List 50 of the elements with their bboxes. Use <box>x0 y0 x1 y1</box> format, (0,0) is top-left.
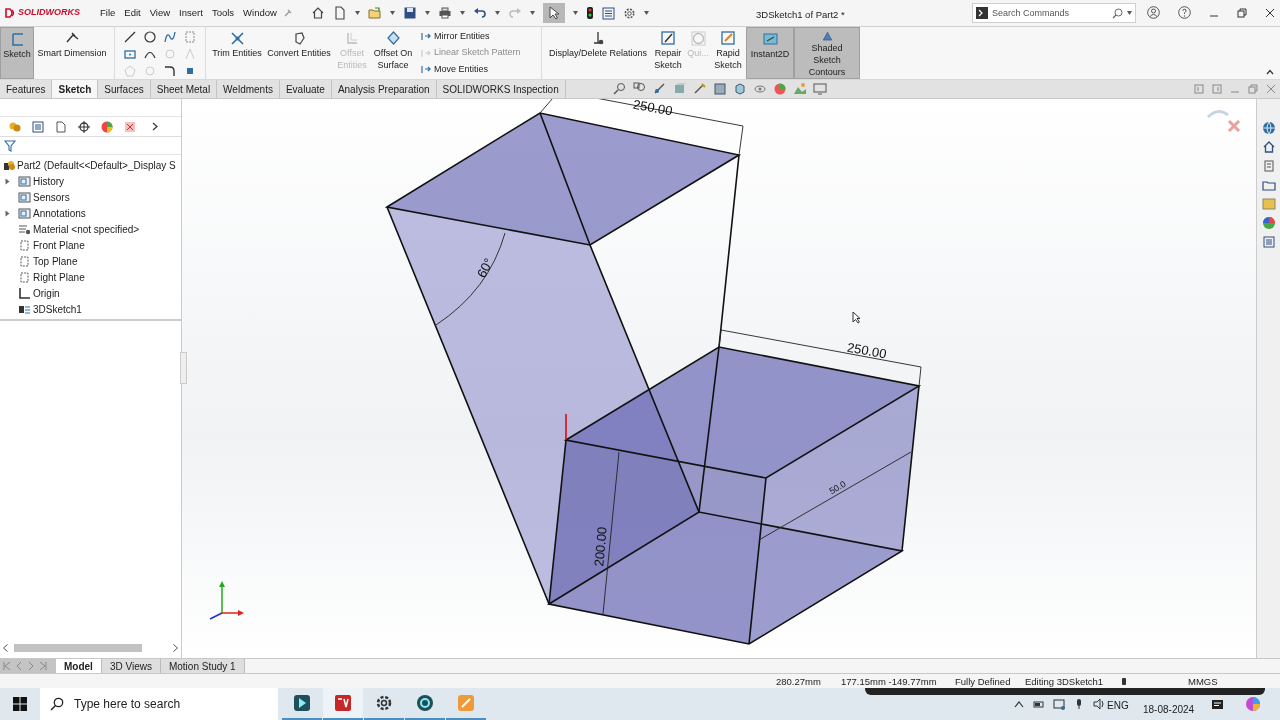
brand-logo-text: SOLIDWORKS <box>18 6 80 20</box>
tree-item[interactable]: 3DSketch1 <box>0 301 181 317</box>
ribbon-button[interactable]: Instant2D <box>746 27 794 79</box>
ribbon-list-button[interactable]: Move Entities <box>420 62 537 76</box>
menu-item[interactable]: Window <box>243 5 277 21</box>
bottom-tab[interactable]: Motion Study 1 <box>160 659 245 673</box>
units-selector[interactable]: MMGS <box>1188 675 1218 690</box>
bottom-tab[interactable]: 3D Views <box>101 659 161 673</box>
menu-item[interactable]: Edit <box>124 5 141 21</box>
tree-item[interactable]: Right Plane <box>0 269 181 285</box>
status-text: 177.15mm -149.77mm <box>841 675 937 689</box>
tree-item[interactable]: Material <not specified> <box>0 221 181 237</box>
taskbar-date[interactable]: 18-08-2024 <box>1143 702 1195 717</box>
dimension-label[interactable]: 200.00 <box>591 526 610 568</box>
status-text: 280.27mm <box>776 675 821 689</box>
ribbon-tab[interactable]: Sketch <box>52 80 99 98</box>
tree-item[interactable]: Annotations <box>0 205 181 221</box>
taskbar-search-box[interactable]: Type here to search <box>40 688 278 720</box>
ribbon-button[interactable]: Shaded Sketch Contours <box>794 27 860 79</box>
ribbon-button[interactable]: Rapid Sketch <box>710 27 746 79</box>
ribbon-button[interactable]: Smart Dimension <box>34 27 110 79</box>
dimension-label[interactable]: 60° <box>473 255 497 281</box>
ribbon-button[interactable]: Repair Sketch <box>650 27 686 79</box>
status-text: Fully Defined <box>955 675 1011 689</box>
ribbon-button[interactable]: Trim Entities <box>210 27 264 79</box>
bottom-tab[interactable]: Model <box>56 659 102 673</box>
menu-item[interactable]: Insert <box>179 5 203 21</box>
tree-item[interactable]: Front Plane <box>0 237 181 253</box>
menu-item[interactable]: File <box>100 5 116 21</box>
menu-item[interactable]: Tools <box>211 5 235 21</box>
window-title: 3DSketch1 of Part2 * <box>756 8 845 22</box>
ribbon-button[interactable]: Convert Entities <box>264 27 334 79</box>
tree-item[interactable]: Origin <box>0 285 181 301</box>
ribbon-button[interactable]: Display/Delete Relations <box>546 27 650 79</box>
tree-item[interactable]: Top Plane <box>0 253 181 269</box>
language-indicator[interactable]: ENG <box>1107 698 1129 713</box>
ribbon-button[interactable]: Offset On Surface <box>370 27 416 79</box>
ribbon-list-button[interactable]: Mirror Entities <box>420 30 537 44</box>
taskbar-search-field[interactable]: Type here to search <box>74 688 268 720</box>
tree-item[interactable]: Sensors <box>0 189 181 205</box>
dimension-label[interactable]: 250.00 <box>845 339 888 362</box>
menu-item[interactable]: View <box>149 5 171 21</box>
ribbon-button[interactable]: Sketch <box>0 27 34 79</box>
dimension-label[interactable]: 50.0 <box>827 478 848 497</box>
tree-item[interactable]: Part2 (Default<<Default>_Display S <box>0 157 181 173</box>
dimension-label[interactable]: 250.00 <box>631 99 674 119</box>
search-commands-box[interactable]: Search Commands <box>972 3 1136 23</box>
search-commands-field[interactable]: Search Commands <box>992 4 1108 22</box>
status-text: Editing 3DSketch1 <box>1025 675 1104 689</box>
tree-item[interactable]: History <box>0 173 181 189</box>
